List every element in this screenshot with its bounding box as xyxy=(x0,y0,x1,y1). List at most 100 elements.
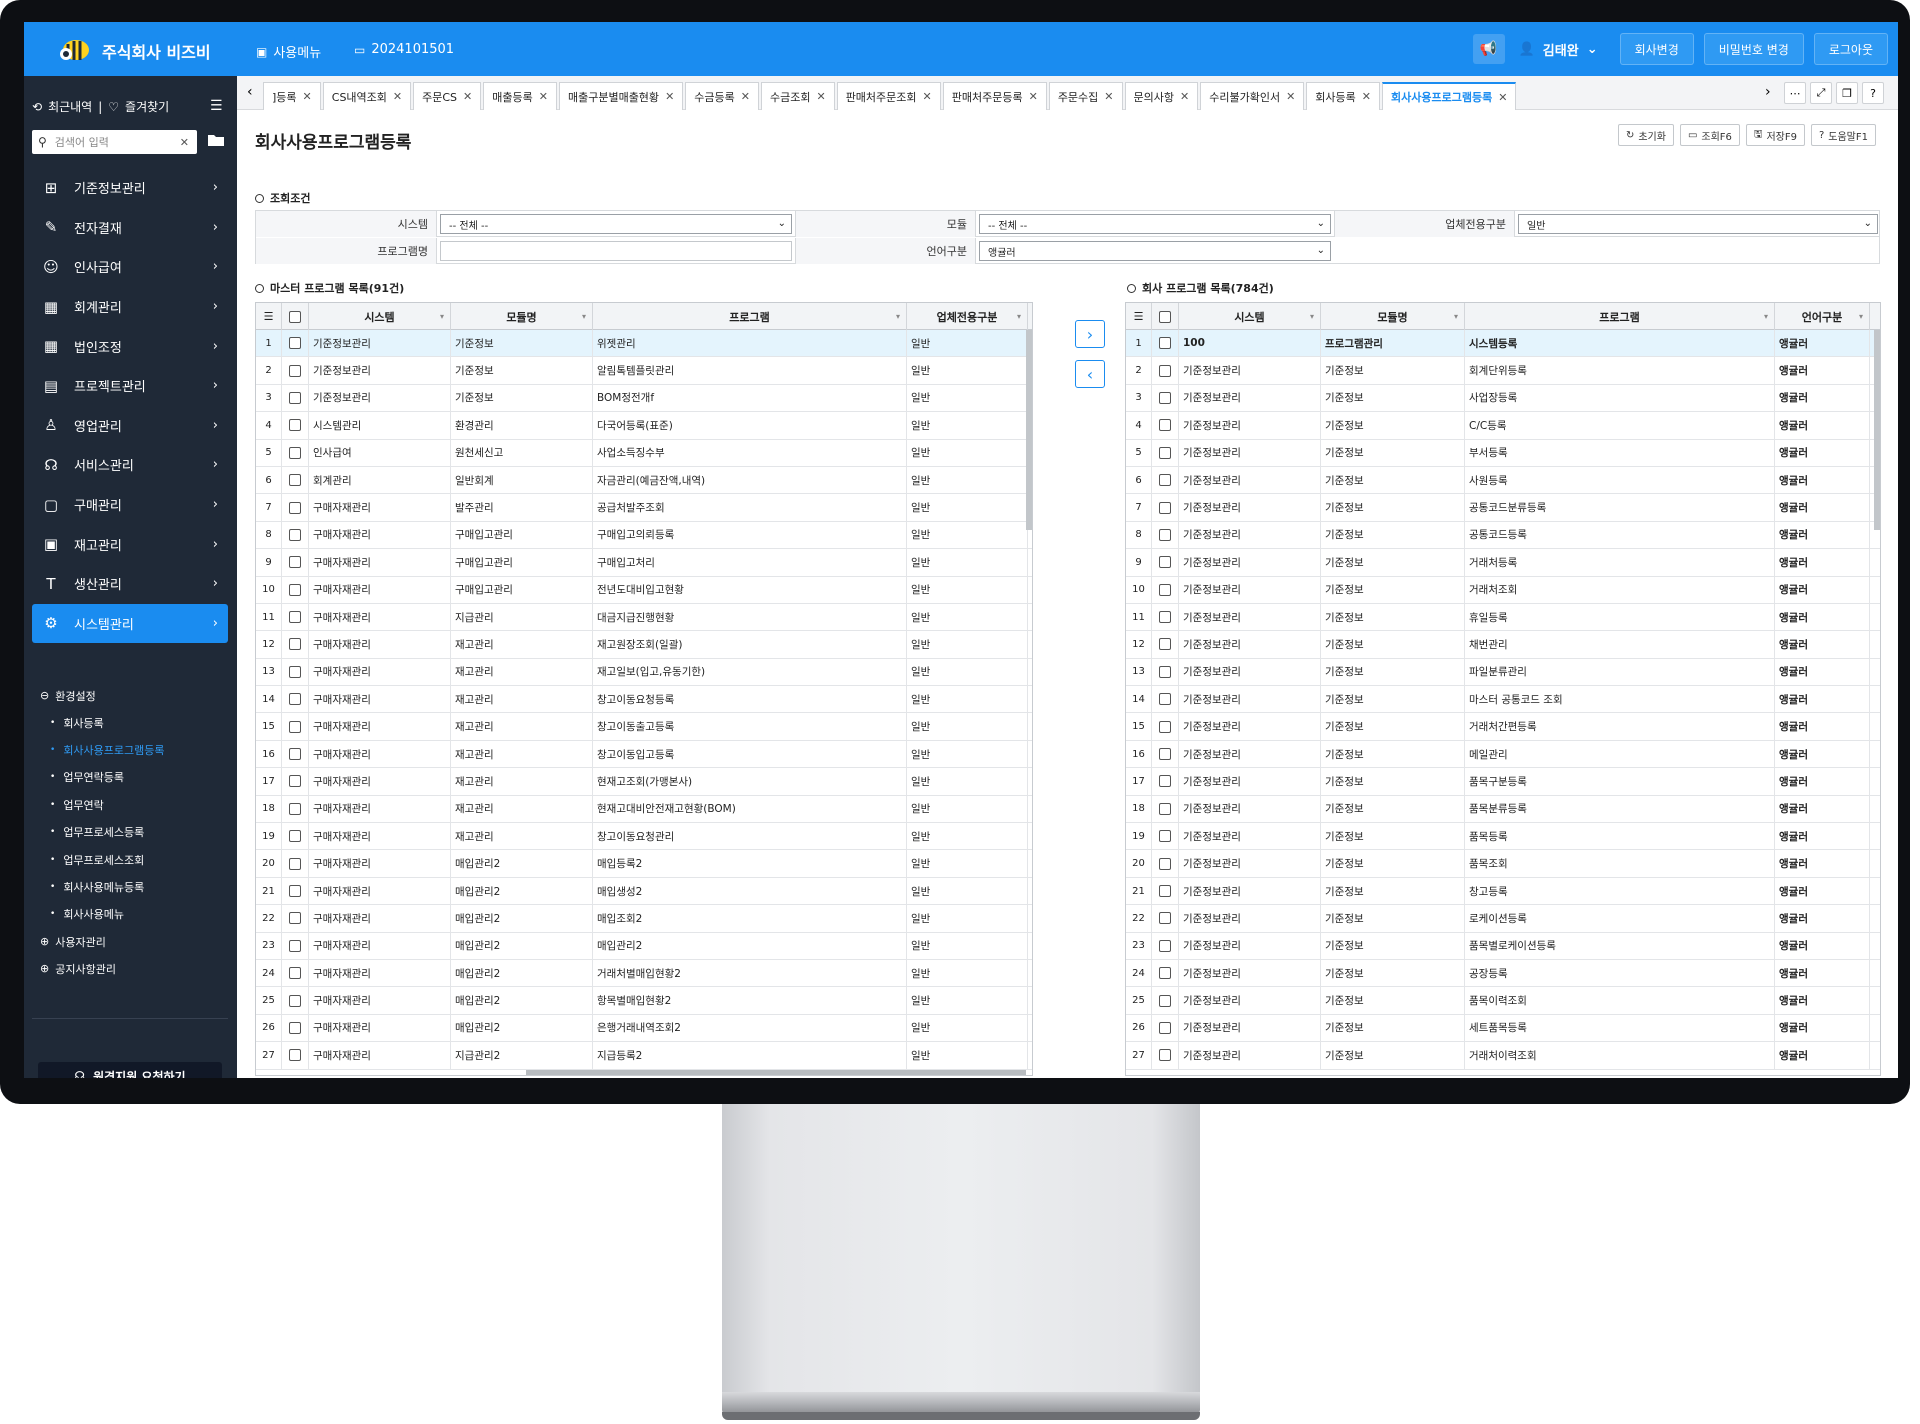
close-icon[interactable]: ✕ xyxy=(665,90,674,103)
help-icon[interactable]: ? xyxy=(1862,82,1884,104)
table-row[interactable]: 7 기준정보관리 기준정보 공통코드분류등록 앵귤러 xyxy=(1126,494,1880,522)
row-checkbox[interactable] xyxy=(282,631,309,658)
tab[interactable]: 판매처주문등록 ✕ xyxy=(942,82,1047,110)
table-row[interactable]: 6 회계관리 일반회계 자금관리(예금잔액,내역) 일반 xyxy=(256,466,1032,495)
clear-icon[interactable]: ✕ xyxy=(180,136,189,149)
table-row[interactable]: 16 기준정보관리 기준정보 메일관리 앵귤러 xyxy=(1126,740,1880,769)
close-icon[interactable]: ✕ xyxy=(816,90,825,103)
company-change-button[interactable]: 회사변경 xyxy=(1619,33,1694,65)
submenu-item[interactable]: 업무프로세스등록 xyxy=(40,819,230,846)
sidebar-item[interactable]: ✎ 전자결재 › xyxy=(32,208,228,248)
sidebar-item[interactable]: T 생산관리 › xyxy=(32,564,228,604)
sidebar-item[interactable]: ☊ 서비스관리 › xyxy=(32,445,228,485)
row-checkbox[interactable] xyxy=(282,987,309,1014)
sidebar-item[interactable]: ▢ 구매관리 › xyxy=(32,485,228,525)
tab[interactable]: 문의사항 ✕ xyxy=(1124,82,1199,110)
biz-select[interactable]: 일반 ⌄ xyxy=(1518,214,1878,234)
search-button[interactable]: ▭ 조회F6 xyxy=(1679,124,1740,146)
tab[interactable]: 매출구분별매출현황 ✕ xyxy=(558,82,684,110)
row-checkbox[interactable] xyxy=(282,959,309,987)
row-checkbox[interactable] xyxy=(1152,357,1179,384)
row-checkbox[interactable] xyxy=(1152,603,1179,631)
close-icon[interactable]: ✕ xyxy=(923,90,932,103)
group-user-management[interactable]: ⊕ 사용자관리 xyxy=(40,928,230,955)
row-checkbox[interactable] xyxy=(282,603,309,631)
column-header[interactable]: 시스템 ▾ xyxy=(309,303,451,330)
close-icon[interactable]: ✕ xyxy=(1104,90,1113,103)
row-checkbox[interactable] xyxy=(1152,494,1179,521)
row-checkbox[interactable] xyxy=(1152,932,1179,959)
table-row[interactable]: 14 구매자재관리 재고관리 창고이동요청등록 일반 xyxy=(256,686,1032,714)
submenu-item[interactable]: 회사사용프로그램등록 xyxy=(40,736,230,763)
group-notice-management[interactable]: ⊕ 공지사항관리 xyxy=(40,955,230,982)
table-row[interactable]: 22 기준정보관리 기준정보 로케이션등록 앵귤러 xyxy=(1126,905,1880,933)
close-icon[interactable]: ✕ xyxy=(1362,90,1371,103)
filter-icon[interactable]: ▾ xyxy=(582,312,586,321)
submenu-item[interactable]: 업무연락 xyxy=(40,791,230,818)
row-checkbox[interactable] xyxy=(1152,823,1179,850)
row-checkbox[interactable] xyxy=(1152,412,1179,439)
table-row[interactable]: 24 기준정보관리 기준정보 공장등록 앵귤러 xyxy=(1126,959,1880,988)
table-row[interactable]: 11 기준정보관리 기준정보 휴일등록 앵귤러 xyxy=(1126,603,1880,632)
table-row[interactable]: 18 기준정보관리 기준정보 품목분류등록 앵귤러 xyxy=(1126,795,1880,824)
table-row[interactable]: 12 구매자재관리 재고관리 재고원장조회(일괄) 일반 xyxy=(256,631,1032,659)
row-checkbox[interactable] xyxy=(282,686,309,713)
row-checkbox[interactable] xyxy=(282,877,309,905)
recent-tab[interactable]: 최근내역 xyxy=(48,98,92,115)
row-checkbox[interactable] xyxy=(1152,631,1179,658)
table-row[interactable]: 11 구매자재관리 지급관리 대금지급진행현황 일반 xyxy=(256,603,1032,632)
row-checkbox[interactable] xyxy=(1152,1014,1179,1042)
nav-menu[interactable]: ▣ 사용메뉴 xyxy=(256,42,321,62)
row-checkbox[interactable] xyxy=(282,466,309,494)
submenu-item[interactable]: 업무프로세스조회 xyxy=(40,846,230,873)
help-button[interactable]: ? 도움말F1 xyxy=(1810,124,1876,146)
move-left-button[interactable]: ‹ xyxy=(1075,360,1105,388)
sidebar-item[interactable]: ▦ 회계관리 › xyxy=(32,287,228,327)
column-header[interactable]: 모듈명 ▾ xyxy=(1321,303,1465,330)
row-checkbox[interactable] xyxy=(1152,850,1179,877)
copy-icon[interactable]: ❐ xyxy=(1836,82,1858,104)
table-row[interactable]: 4 시스템관리 환경관리 다국어등록(표준) 일반 xyxy=(256,412,1032,440)
table-row[interactable]: 22 구매자재관리 매입관리2 매입조회2 일반 xyxy=(256,905,1032,933)
sidebar-item[interactable]: ▣ 재고관리 › xyxy=(32,524,228,564)
submenu-item[interactable]: 회사등록 xyxy=(40,709,230,736)
row-checkbox[interactable] xyxy=(282,576,309,603)
table-row[interactable]: 25 기준정보관리 기준정보 품목이력조회 앵귤러 xyxy=(1126,987,1880,1015)
sidebar-search-input[interactable]: ⚲ 검색어 입력 ✕ xyxy=(32,130,197,154)
close-icon[interactable]: ✕ xyxy=(1029,90,1038,103)
megaphone-icon[interactable]: 📢 xyxy=(1472,34,1505,64)
table-row[interactable]: 20 기준정보관리 기준정보 품목조회 앵귤러 xyxy=(1126,850,1880,878)
table-row[interactable]: 18 구매자재관리 재고관리 현재고대비안전재고현황(BOM) 일반 xyxy=(256,795,1032,824)
tab[interactable]: 수리불가확인서 ✕ xyxy=(1200,82,1305,110)
row-checkbox[interactable] xyxy=(282,549,309,576)
menu-list-icon[interactable]: ☰ xyxy=(210,98,223,114)
column-header[interactable]: 업체전용구분 ▾ xyxy=(907,303,1028,330)
column-header[interactable]: 모듈명 ▾ xyxy=(451,303,593,330)
tab[interactable]: 매출등록 ✕ xyxy=(483,82,557,110)
table-row[interactable]: 15 기준정보관리 기준정보 거래처간편등록 앵귤러 xyxy=(1126,713,1880,741)
table-row[interactable]: 6 기준정보관리 기준정보 사원등록 앵귤러 xyxy=(1126,466,1880,495)
table-row[interactable]: 10 구매자재관리 구매입고관리 전년도대비입고현황 일반 xyxy=(256,576,1032,604)
sidebar-item[interactable]: ☺ 인사급여 › xyxy=(32,247,228,287)
row-checkbox[interactable] xyxy=(1152,466,1179,494)
filter-icon[interactable]: ▾ xyxy=(1310,312,1314,321)
row-checkbox[interactable] xyxy=(282,521,309,549)
vertical-scrollbar[interactable] xyxy=(1026,330,1032,530)
column-header[interactable]: 프로그램 ▾ xyxy=(593,303,907,330)
submenu-item[interactable]: 회사사용메뉴 xyxy=(40,901,230,928)
row-checkbox[interactable] xyxy=(1152,384,1179,412)
menu-icon[interactable]: ☰ xyxy=(256,303,282,330)
table-row[interactable]: 26 구매자재관리 매입관리2 은행거래내역조회2 일반 xyxy=(256,1014,1032,1043)
row-checkbox[interactable] xyxy=(282,823,309,850)
tab[interactable]: 주문CS ✕ xyxy=(413,82,482,110)
table-row[interactable]: 8 기준정보관리 기준정보 공통코드등록 앵귤러 xyxy=(1126,521,1880,550)
row-checkbox[interactable] xyxy=(282,768,309,795)
sidebar-item[interactable]: ▦ 법인조정 › xyxy=(32,326,228,366)
sidebar-item[interactable]: ⊞ 기준정보관리 › xyxy=(32,168,228,208)
row-checkbox[interactable] xyxy=(282,740,309,768)
tab[interactable]: 회사등록 ✕ xyxy=(1306,82,1380,110)
program-input[interactable] xyxy=(440,241,792,261)
tab[interactable]: 판매처주문조회 ✕ xyxy=(836,82,941,110)
nav-code[interactable]: ▭ 2024101501 xyxy=(354,42,454,57)
tab[interactable]: CS내역조회 ✕ xyxy=(322,82,412,110)
